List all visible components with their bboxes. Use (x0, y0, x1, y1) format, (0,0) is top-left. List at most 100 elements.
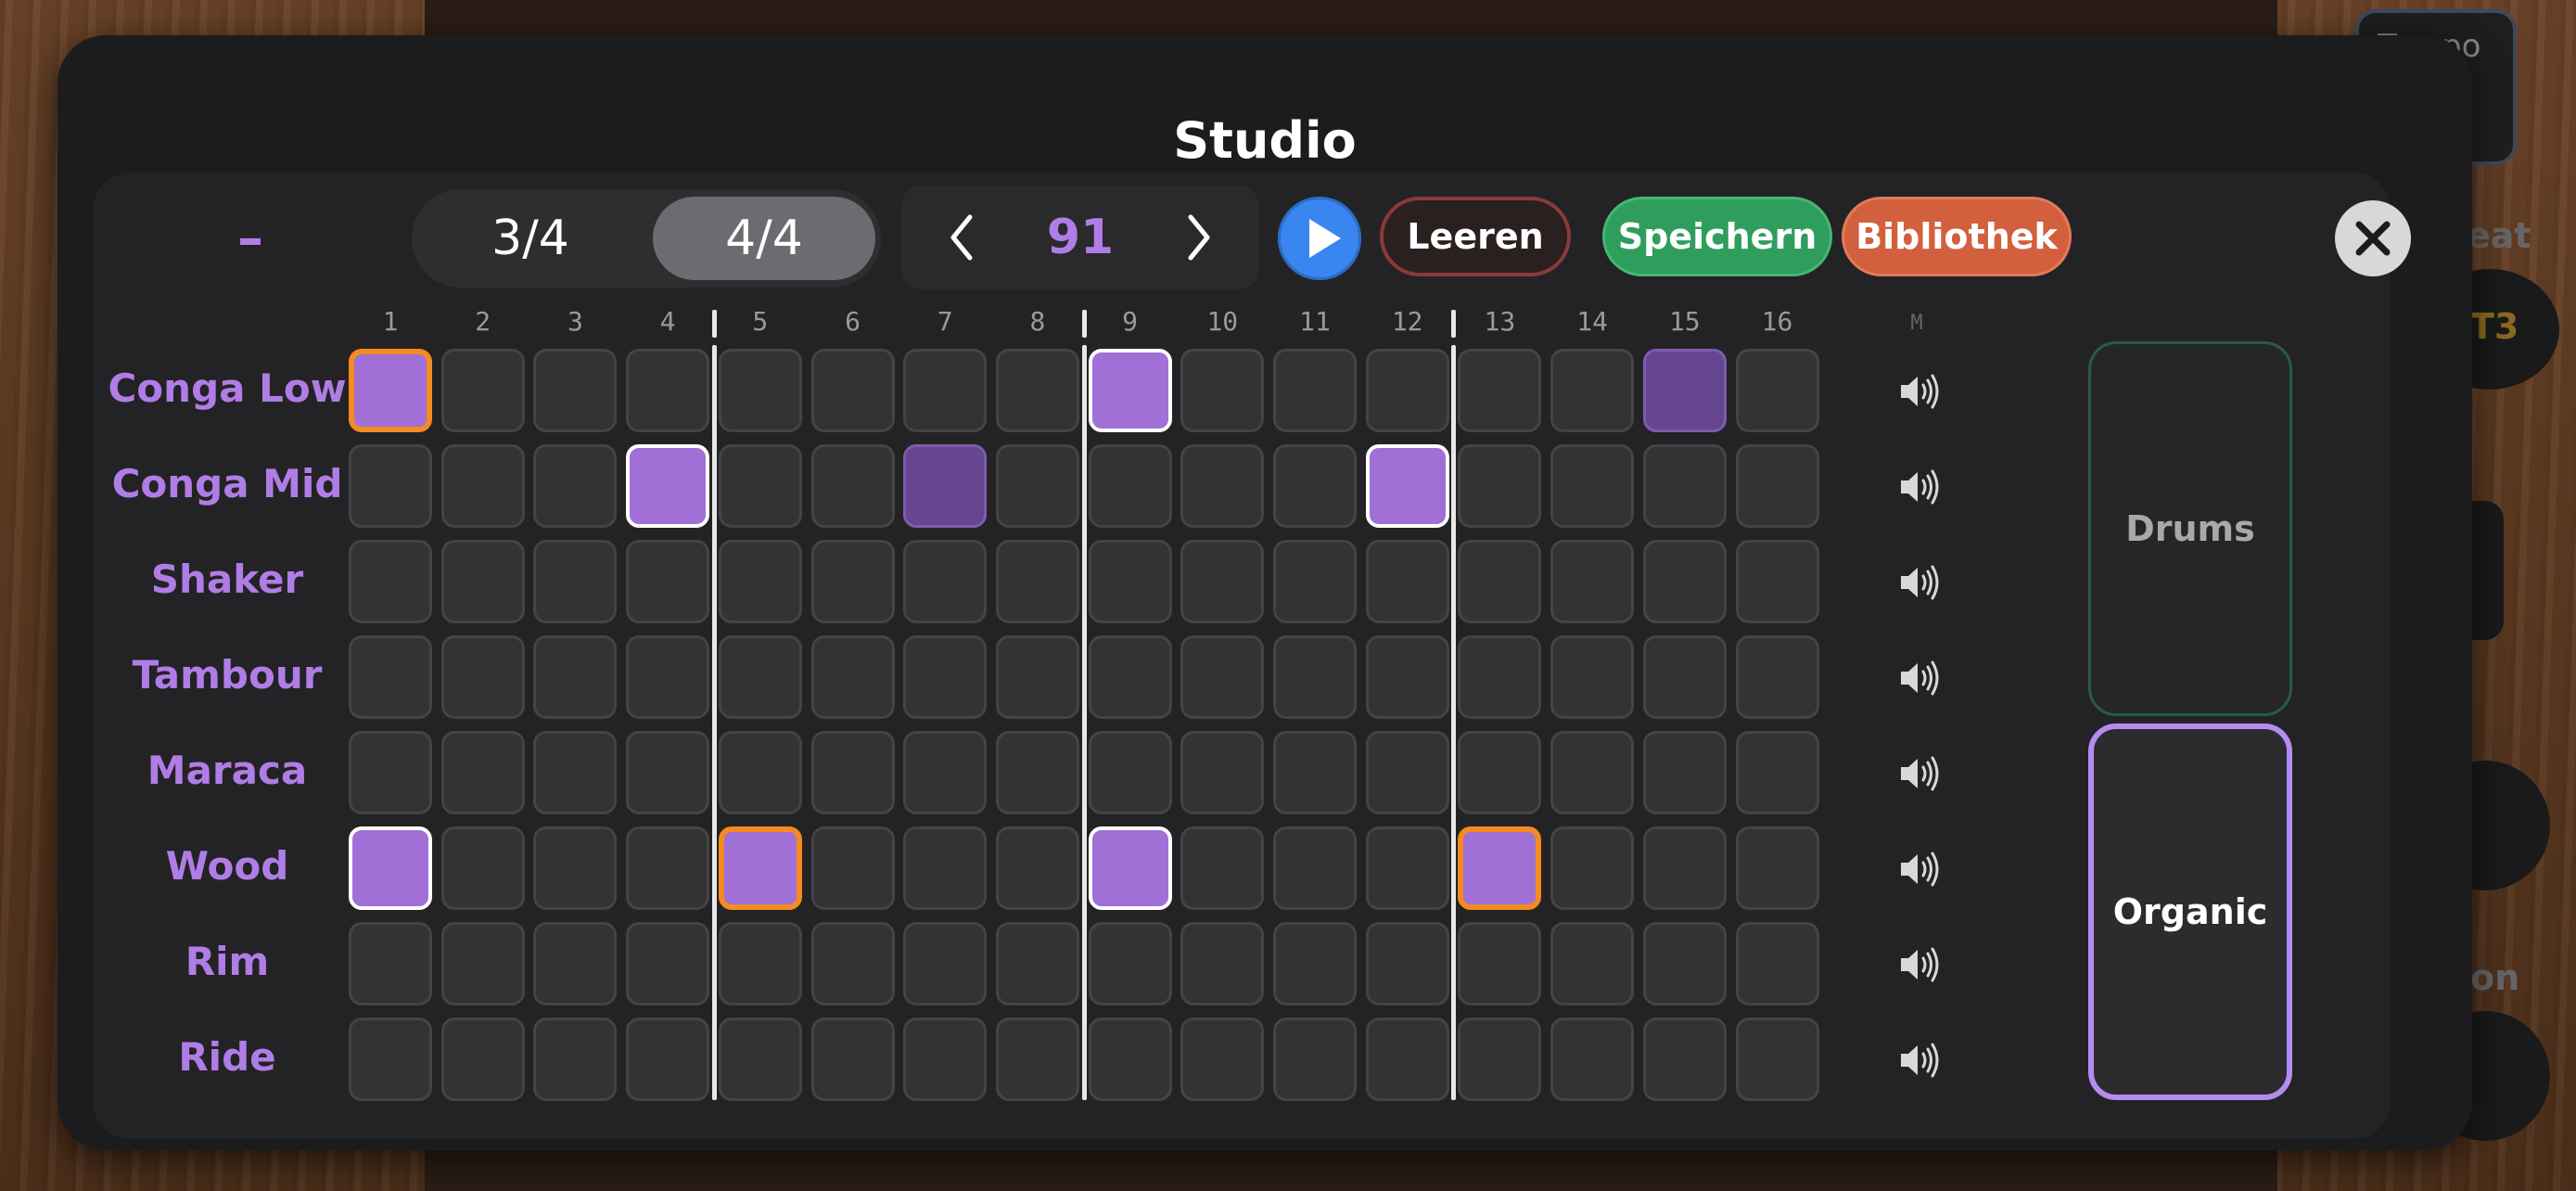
step-cell[interactable] (533, 731, 618, 814)
step-cell[interactable] (1458, 444, 1542, 528)
step-cell[interactable] (903, 1018, 988, 1101)
step-cell[interactable] (1550, 922, 1635, 1005)
speaker-icon[interactable] (1897, 562, 1945, 603)
track-label[interactable]: Shaker (102, 557, 352, 602)
step-cell[interactable] (533, 922, 618, 1005)
step-cell[interactable] (995, 731, 1079, 814)
step-cell[interactable] (718, 444, 802, 528)
step-cell[interactable] (533, 349, 618, 432)
step-cell[interactable] (1088, 444, 1172, 528)
speaker-icon[interactable] (1897, 944, 1945, 985)
track-label[interactable]: Conga Mid (102, 461, 352, 506)
step-cell[interactable] (995, 922, 1079, 1005)
step-cell[interactable] (1550, 826, 1635, 910)
step-cell[interactable] (903, 731, 988, 814)
step-cell[interactable] (1180, 444, 1265, 528)
step-cell[interactable] (1642, 1018, 1727, 1101)
step-cell[interactable] (1735, 444, 1819, 528)
step-cell[interactable] (1088, 540, 1172, 623)
step-cell[interactable] (810, 731, 895, 814)
track-label[interactable]: Rim (102, 939, 352, 984)
step-cell[interactable] (1550, 1018, 1635, 1101)
collapse-button[interactable]: – (232, 213, 269, 265)
track-label[interactable]: Ride (102, 1034, 352, 1080)
step-cell[interactable] (626, 540, 710, 623)
step-cell[interactable] (1365, 1018, 1449, 1101)
step-cell[interactable] (1365, 826, 1449, 910)
step-cell[interactable] (1365, 540, 1449, 623)
step-cell[interactable] (1365, 731, 1449, 814)
step-cell[interactable] (903, 444, 988, 528)
step-cell[interactable] (1365, 444, 1449, 528)
step-cell[interactable] (1180, 349, 1265, 432)
step-cell[interactable] (718, 635, 802, 719)
kit-drums-button[interactable]: Drums (2088, 341, 2292, 716)
step-cell[interactable] (1088, 922, 1172, 1005)
step-cell[interactable] (533, 1018, 618, 1101)
step-cell[interactable] (995, 1018, 1079, 1101)
step-cell[interactable] (903, 922, 988, 1005)
step-cell[interactable] (440, 922, 525, 1005)
step-cell[interactable] (718, 731, 802, 814)
chevron-left-icon[interactable] (948, 211, 976, 263)
step-cell[interactable] (810, 1018, 895, 1101)
step-cell[interactable] (1458, 731, 1542, 814)
step-cell[interactable] (1088, 349, 1172, 432)
step-cell[interactable] (1642, 349, 1727, 432)
step-cell[interactable] (1458, 349, 1542, 432)
step-cell[interactable] (1550, 349, 1635, 432)
step-cell[interactable] (810, 349, 895, 432)
step-cell[interactable] (1088, 731, 1172, 814)
step-cell[interactable] (349, 635, 432, 719)
step-cell[interactable] (440, 1018, 525, 1101)
step-cell[interactable] (995, 444, 1079, 528)
step-cell[interactable] (440, 635, 525, 719)
step-cell[interactable] (349, 540, 432, 623)
step-cell[interactable] (1642, 922, 1727, 1005)
step-cell[interactable] (1273, 826, 1357, 910)
step-cell[interactable] (533, 540, 618, 623)
step-cell[interactable] (1180, 826, 1265, 910)
step-cell[interactable] (1088, 1018, 1172, 1101)
step-cell[interactable] (1735, 540, 1819, 623)
step-cell[interactable] (1180, 635, 1265, 719)
save-button[interactable]: Speichern (1602, 197, 1832, 276)
step-cell[interactable] (718, 826, 802, 910)
step-cell[interactable] (626, 731, 710, 814)
step-cell[interactable] (1642, 731, 1727, 814)
step-cell[interactable] (1735, 826, 1819, 910)
step-cell[interactable] (1273, 540, 1357, 623)
step-cell[interactable] (1273, 731, 1357, 814)
chevron-right-icon[interactable] (1185, 211, 1213, 263)
step-cell[interactable] (810, 540, 895, 623)
step-cell[interactable] (1088, 635, 1172, 719)
step-cell[interactable] (1458, 540, 1542, 623)
step-cell[interactable] (626, 635, 710, 719)
step-cell[interactable] (718, 540, 802, 623)
step-cell[interactable] (1550, 635, 1635, 719)
step-cell[interactable] (626, 349, 710, 432)
step-cell[interactable] (349, 444, 432, 528)
step-cell[interactable] (903, 635, 988, 719)
step-cell[interactable] (440, 540, 525, 623)
step-cell[interactable] (1642, 540, 1727, 623)
step-cell[interactable] (626, 1018, 710, 1101)
step-cell[interactable] (1273, 635, 1357, 719)
kit-organic-button[interactable]: Organic (2088, 724, 2292, 1100)
step-cell[interactable] (1180, 731, 1265, 814)
step-cell[interactable] (1550, 731, 1635, 814)
step-cell[interactable] (533, 444, 618, 528)
step-cell[interactable] (349, 349, 432, 432)
step-cell[interactable] (1642, 826, 1727, 910)
step-cell[interactable] (626, 922, 710, 1005)
step-cell[interactable] (1550, 540, 1635, 623)
step-cell[interactable] (810, 922, 895, 1005)
step-cell[interactable] (1180, 540, 1265, 623)
step-cell[interactable] (1735, 635, 1819, 719)
step-cell[interactable] (718, 349, 802, 432)
step-cell[interactable] (1735, 349, 1819, 432)
step-cell[interactable] (1642, 635, 1727, 719)
track-label[interactable]: Maraca (102, 748, 352, 793)
step-cell[interactable] (1365, 349, 1449, 432)
step-cell[interactable] (1180, 922, 1265, 1005)
